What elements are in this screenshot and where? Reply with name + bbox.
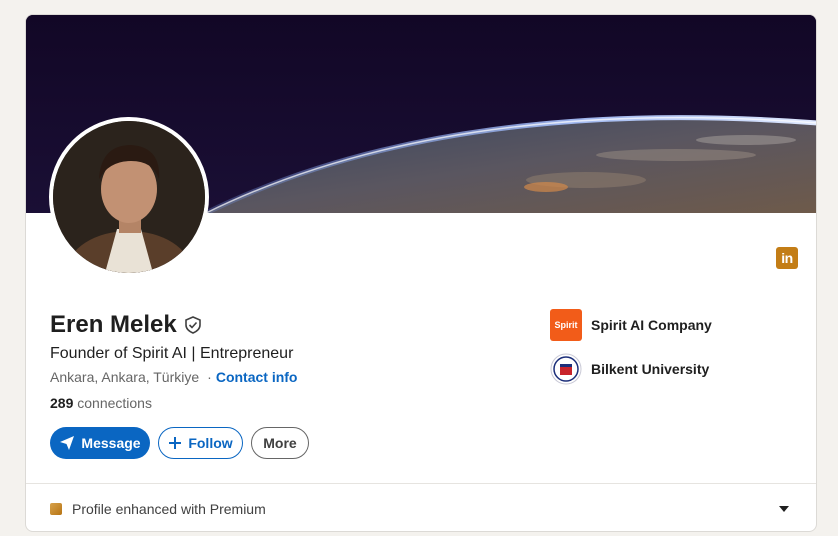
connections-count: 289 [50,395,74,411]
more-button[interactable]: More [251,427,309,459]
linkedin-badge-label: in [781,250,793,266]
contact-info-link[interactable]: Contact info [216,369,298,385]
premium-icon [50,503,62,515]
bilkent-university-logo [550,353,582,385]
spirit-logo-text: Spirit [554,320,578,330]
profile-card: in Eren Melek Founder of Spirit AI | Ent… [25,14,817,532]
more-button-label: More [263,435,297,451]
separator-dot: · [207,369,212,385]
connections-link[interactable]: 289 connections [50,395,152,411]
org-name: Bilkent University [591,361,710,377]
profile-name: Eren Melek [50,311,177,338]
follow-button-label: Follow [188,435,233,451]
follow-button[interactable]: Follow [158,427,243,459]
message-button-label: Message [81,435,141,451]
profile-location: Ankara, Ankara, Türkiye [50,369,200,385]
send-icon [59,435,75,451]
profile-actions: Message Follow More [50,427,309,459]
spirit-ai-logo: Spirit [550,309,582,341]
org-item-bilkent[interactable]: Bilkent University [550,352,712,386]
location-row: Ankara, Ankara, Türkiye · Contact info [50,369,297,385]
message-button[interactable]: Message [50,427,150,459]
divider [26,483,816,484]
org-item-spirit-ai[interactable]: Spirit Spirit AI Company [550,308,712,342]
caret-down-icon[interactable] [778,502,790,520]
name-row: Eren Melek [50,311,203,339]
connections-label: connections [77,395,152,411]
org-name: Spirit AI Company [591,317,712,333]
linkedin-icon[interactable]: in [776,247,798,269]
plus-icon [168,436,182,450]
premium-label: Profile enhanced with Premium [72,501,266,517]
shield-check-icon[interactable] [183,315,203,335]
organizations-list: Spirit Spirit AI Company Bilkent Univers… [550,308,712,396]
profile-headline: Founder of Spirit AI | Entrepreneur [50,345,294,362]
premium-row[interactable]: Profile enhanced with Premium [50,501,266,517]
profile-photo[interactable] [49,117,209,277]
